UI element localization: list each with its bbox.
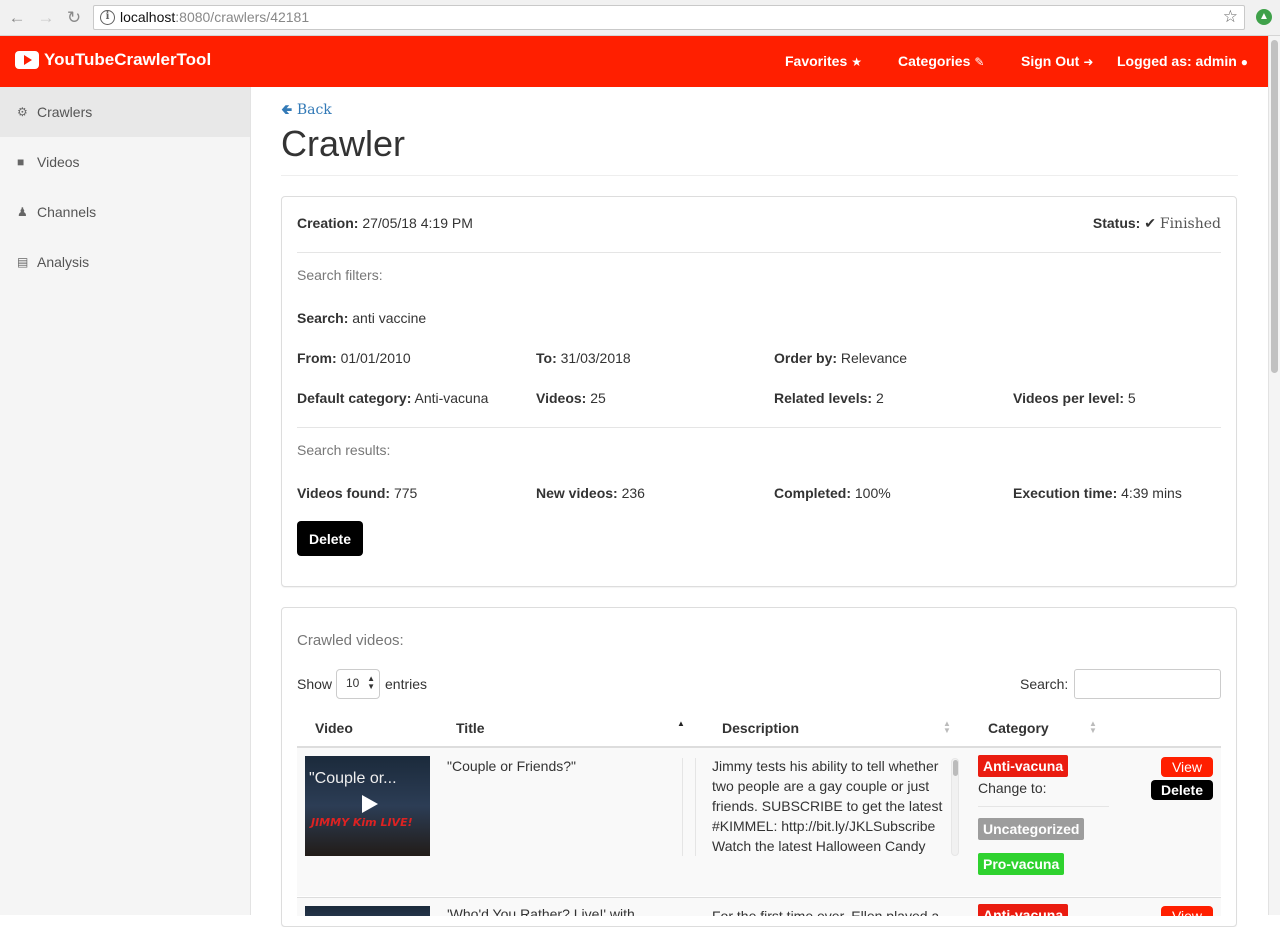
default-category-field: Default category: Anti-vacuna xyxy=(297,390,489,406)
sort-asc-icon[interactable]: ▲ xyxy=(677,720,685,728)
nav-categories[interactable]: Categories ✎ xyxy=(898,53,984,69)
status-field: Status: ✔ Finished xyxy=(1092,215,1221,232)
divider xyxy=(281,175,1238,176)
table-row: 'Who'd You Rather? Live!' with For the f… xyxy=(297,897,1221,916)
nav-logged-user[interactable]: Logged as: admin ● xyxy=(1117,53,1248,69)
entries-select[interactable]: 10 ▲ ▼ xyxy=(336,669,380,699)
delete-video-button[interactable]: Delete xyxy=(1151,780,1213,800)
column-header-title[interactable]: Title xyxy=(456,720,485,736)
extension-icon[interactable]: ▲ xyxy=(1256,9,1272,25)
sidebar-item-label: Crawlers xyxy=(37,104,93,120)
cell-divider xyxy=(682,758,683,856)
youtube-logo-icon xyxy=(15,51,39,69)
address-bar[interactable]: i localhost:8080/crawlers/42181 ☆ xyxy=(93,5,1245,30)
info-icon[interactable]: i xyxy=(100,10,115,25)
completed-field: Completed: 100% xyxy=(774,485,891,501)
category-option-uncategorized[interactable]: Uncategorized xyxy=(978,818,1085,840)
table-search-input[interactable] xyxy=(1074,669,1221,699)
column-header-description[interactable]: Description xyxy=(722,720,799,736)
to-field: To: 31/03/2018 xyxy=(536,350,631,366)
thumbnail-title: "Couple or... xyxy=(309,770,397,787)
brand-link[interactable]: YouTubeCrawlerTool xyxy=(15,50,211,70)
sort-icon[interactable]: ▲ ▼ xyxy=(943,720,951,735)
user-icon: ● xyxy=(1240,55,1249,69)
category-option-pro-vacuna[interactable]: Pro-vacuna xyxy=(978,853,1065,875)
nav-sign-out[interactable]: Sign Out ➜ xyxy=(1021,53,1093,69)
crawled-videos-panel: Crawled videos: Show 10 ▲ ▼ entries Searc… xyxy=(281,607,1237,927)
videos-found-field: Videos found: 775 xyxy=(297,485,418,501)
search-field: Search: anti vaccine xyxy=(297,310,427,326)
divider xyxy=(297,427,1221,428)
page-scrollbar-thumb[interactable] xyxy=(1271,40,1278,373)
execution-time-field: Execution time: 4:39 mins xyxy=(1013,485,1182,501)
sidebar-item-channels[interactable]: ♟ Channels xyxy=(0,187,250,237)
select-arrows-icon: ▲ ▼ xyxy=(367,674,375,691)
crawler-details-panel: Creation: 27/05/18 4:19 PM Status: ✔ Fin… xyxy=(281,196,1237,587)
video-thumbnail[interactable]: "Couple or... JIMMY Kim LIVE! xyxy=(305,756,430,856)
bookmark-star-icon[interactable]: ☆ xyxy=(1223,7,1238,27)
check-icon: ✔ xyxy=(1144,215,1156,231)
sort-icon[interactable]: ▲ ▼ xyxy=(1089,720,1097,735)
table-row: "Couple or... JIMMY Kim LIVE! "Couple or… xyxy=(297,748,1221,896)
forward-arrow-icon[interactable]: → xyxy=(35,7,57,29)
gears-icon: ⚙ xyxy=(17,105,28,119)
crawled-videos-heading: Crawled videos: xyxy=(297,632,404,649)
back-arrow-icon[interactable]: ← xyxy=(6,7,28,29)
edit-icon: ✎ xyxy=(974,55,985,69)
category-badge: Anti-vacuna xyxy=(978,904,1069,916)
column-header-video[interactable]: Video xyxy=(315,720,353,736)
divider xyxy=(297,252,1221,253)
back-link[interactable]: 🢀 Back xyxy=(281,99,332,123)
arrow-left-icon: 🢀 xyxy=(281,102,293,118)
sidebar-item-label: Analysis xyxy=(37,254,90,270)
cell-divider xyxy=(695,758,696,856)
entries-label: entries xyxy=(385,676,428,692)
videos-per-level-field: Videos per level: 5 xyxy=(1013,390,1136,406)
video-description: Jimmy tests his ability to tell whether … xyxy=(712,758,943,854)
column-header-category[interactable]: Category xyxy=(988,720,1049,736)
url-text: localhost:8080/crawlers/42181 xyxy=(120,9,310,25)
videos-field: Videos: 25 xyxy=(536,390,606,406)
delete-crawler-button[interactable]: Delete xyxy=(297,521,363,556)
brand-name: YouTubeCrawlerTool xyxy=(44,50,212,69)
new-videos-field: New videos: 236 xyxy=(536,485,645,501)
play-icon[interactable] xyxy=(348,790,388,818)
search-results-heading: Search results: xyxy=(297,442,391,458)
video-camera-icon: ■ xyxy=(17,155,25,169)
thumbnail-logo: JIMMY Kim LIVE! xyxy=(311,816,413,829)
divider xyxy=(978,806,1109,807)
page-title: Crawler xyxy=(281,123,406,164)
video-title: "Couple or Friends?" xyxy=(447,758,577,774)
sidebar-item-label: Videos xyxy=(37,154,80,170)
order-by-field: Order by: Relevance xyxy=(774,350,908,366)
sign-out-icon: ➜ xyxy=(1083,55,1094,69)
page-scrollbar[interactable] xyxy=(1268,36,1280,915)
bar-chart-icon: ▤ xyxy=(17,255,29,269)
browser-toolbar: ← → ↻ i localhost:8080/crawlers/42181 ☆ … xyxy=(0,0,1280,36)
search-filters-heading: Search filters: xyxy=(297,267,383,283)
view-button[interactable]: View xyxy=(1161,757,1213,777)
star-icon: ★ xyxy=(851,55,863,69)
from-field: From: 01/01/2010 xyxy=(297,350,411,366)
table-search-label: Search: xyxy=(1020,676,1069,692)
sidebar: ⚙ Crawlers ■ Videos ♟ Channels ▤ Analysi… xyxy=(0,87,251,915)
nav-favorites[interactable]: Favorites ★ xyxy=(785,53,862,69)
users-icon: ♟ xyxy=(17,205,28,219)
category-badge: Anti-vacuna xyxy=(978,755,1069,777)
change-to-label: Change to: xyxy=(978,780,1047,796)
sidebar-item-videos[interactable]: ■ Videos xyxy=(0,137,250,187)
sidebar-item-crawlers[interactable]: ⚙ Crawlers xyxy=(0,87,250,137)
sidebar-item-label: Channels xyxy=(37,204,97,220)
show-label: Show xyxy=(297,676,333,692)
sidebar-item-analysis[interactable]: ▤ Analysis xyxy=(0,237,250,287)
creation-field: Creation: 27/05/18 4:19 PM xyxy=(297,215,473,231)
reload-icon[interactable]: ↻ xyxy=(63,7,85,29)
app-navbar: YouTubeCrawlerTool Favorites ★ Categories… xyxy=(0,36,1268,87)
related-levels-field: Related levels: 2 xyxy=(774,390,884,406)
description-scrollbar[interactable] xyxy=(951,758,959,856)
